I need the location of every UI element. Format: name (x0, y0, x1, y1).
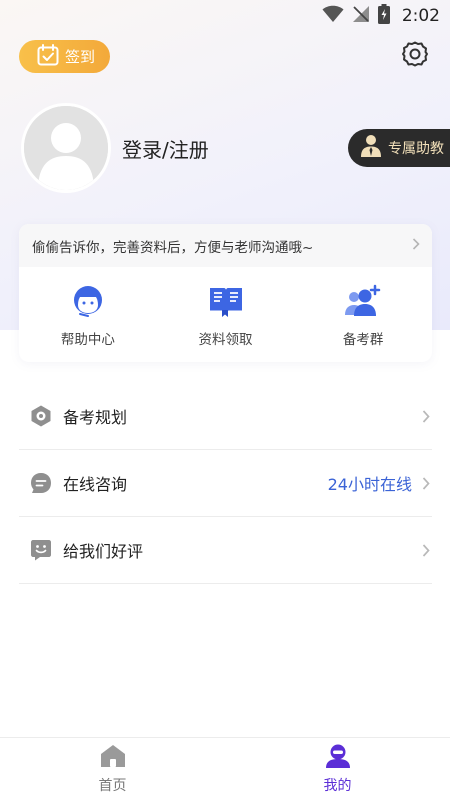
target-icon (30, 405, 52, 427)
menu-label: 在线咨询 (63, 475, 128, 494)
headset-icon (69, 282, 107, 320)
tutor-label: 专属助教 (388, 141, 444, 157)
exclusive-tutor-button[interactable]: 专属助教 (348, 129, 450, 167)
group-add-icon (344, 282, 382, 320)
calendar-check-icon (37, 43, 59, 70)
menu-label: 备考规划 (63, 408, 128, 427)
menu-item-online-consult[interactable]: 在线咨询 24小时在线 (19, 450, 432, 517)
login-register-link[interactable]: 登录/注册 (122, 134, 209, 163)
checkin-label: 签到 (65, 48, 96, 66)
status-time: 2:02 (401, 6, 440, 26)
nav-mine-label: 我的 (323, 777, 352, 794)
chevron-right-icon (412, 237, 420, 254)
nav-home-label: 首页 (98, 777, 127, 794)
gear-icon (401, 40, 429, 72)
chat-icon (30, 472, 52, 494)
chevron-right-icon (420, 543, 432, 557)
menu-item-rate-us[interactable]: 给我们好评 (19, 517, 432, 584)
book-icon (207, 282, 245, 320)
help-center-label: 帮助中心 (60, 331, 115, 348)
no-signal-icon (352, 5, 370, 27)
study-group-label: 备考群 (342, 331, 384, 348)
study-group-button[interactable]: 备考群 (294, 267, 432, 362)
nav-home[interactable]: 首页 (0, 738, 225, 800)
nav-mine[interactable]: 我的 (225, 738, 450, 800)
help-center-button[interactable]: 帮助中心 (19, 267, 157, 362)
complete-profile-tip[interactable]: 偷偷告诉你，完善资料后，方便与老师沟通哦~ (19, 224, 432, 267)
wifi-icon (322, 5, 344, 27)
settings-button[interactable] (400, 41, 430, 71)
profile-icon (325, 744, 351, 772)
avatar[interactable] (21, 103, 111, 193)
menu-list: 备考规划 在线咨询 24小时在线 给我们好评 (19, 383, 432, 584)
bottom-nav: 首页 我的 (0, 737, 450, 800)
checkin-button[interactable]: 签到 (19, 40, 110, 73)
tip-text: 偷偷告诉你，完善资料后，方便与老师沟通哦~ (32, 239, 314, 256)
profile-card: 偷偷告诉你，完善资料后，方便与老师沟通哦~ 帮助中心 资料领取 备考群 (19, 224, 432, 362)
menu-label: 给我们好评 (63, 542, 144, 561)
chevron-right-icon (420, 409, 432, 423)
chevron-right-icon (420, 476, 432, 490)
tutor-icon (360, 134, 382, 162)
menu-item-exam-plan[interactable]: 备考规划 (19, 383, 432, 450)
online-status-text: 24小时在线 (327, 475, 412, 494)
smile-icon (30, 539, 52, 561)
home-icon (100, 744, 126, 772)
materials-button[interactable]: 资料领取 (157, 267, 295, 362)
status-bar: 2:02 (0, 0, 450, 32)
battery-icon (377, 4, 390, 28)
quick-actions: 帮助中心 资料领取 备考群 (19, 267, 432, 362)
materials-label: 资料领取 (198, 331, 253, 348)
